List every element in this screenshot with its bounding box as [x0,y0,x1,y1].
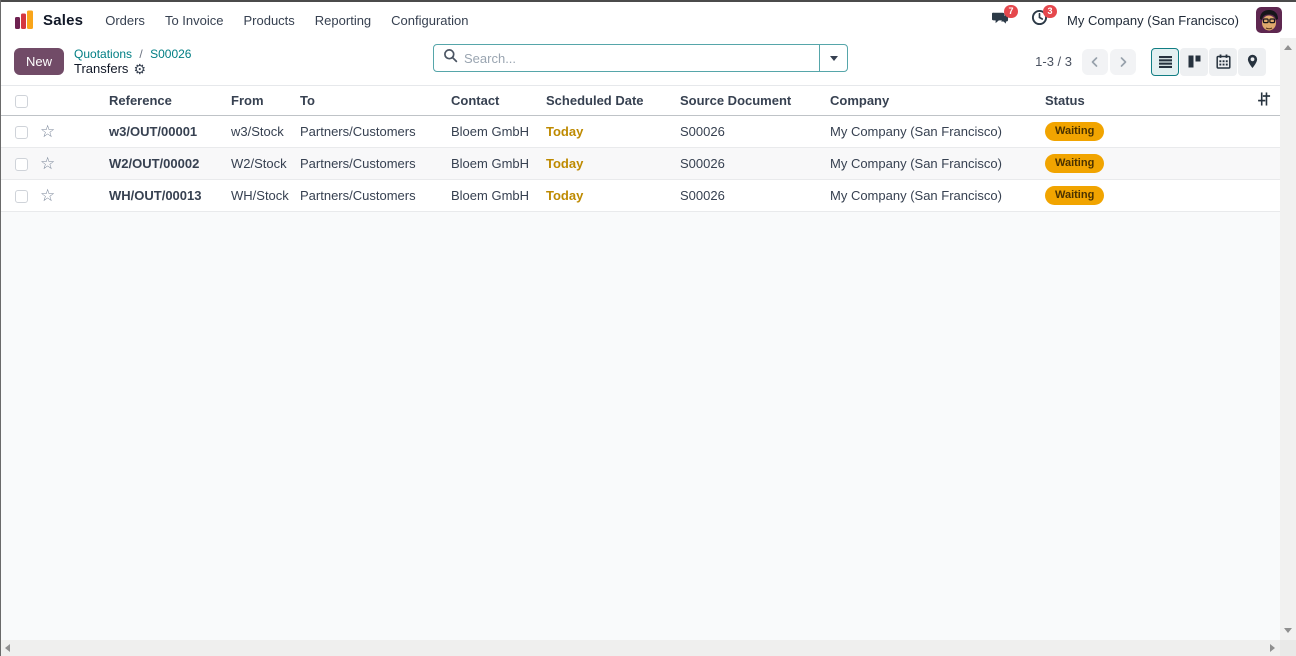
map-view-icon [1245,54,1260,69]
top-navbar: Sales Orders To Invoice Products Reporti… [0,2,1296,38]
pager-next-button[interactable] [1110,49,1136,75]
cell-from[interactable]: W2/Stock [231,156,300,171]
vertical-scrollbar[interactable] [1280,38,1296,640]
cell-contact[interactable]: Bloem GmbH [451,156,546,171]
menu-orders[interactable]: Orders [105,13,145,28]
view-switcher [1151,48,1266,76]
company-switcher[interactable]: My Company (San Francisco) [1067,13,1239,28]
row-checkbox[interactable] [15,158,28,171]
breadcrumb: Quotations / S00026 Transfers ⚙︎ [74,47,191,77]
new-button[interactable]: New [14,48,64,75]
cell-source-document[interactable]: S00026 [680,156,830,171]
cell-contact[interactable]: Bloem GmbH [451,124,546,139]
menu-configuration[interactable]: Configuration [391,13,468,28]
scroll-right-arrow-icon[interactable] [1270,644,1275,652]
menu-reporting[interactable]: Reporting [315,13,371,28]
gear-icon[interactable]: ⚙︎ [133,62,146,76]
cell-to[interactable]: Partners/Customers [300,124,451,139]
list-view-icon [1158,54,1173,69]
column-header-to[interactable]: To [300,93,451,108]
cell-source-document[interactable]: S00026 [680,188,830,203]
cell-reference[interactable]: w3/OUT/00001 [109,124,231,139]
cell-source-document[interactable]: S00026 [680,124,830,139]
column-header-company[interactable]: Company [830,93,1045,108]
row-checkbox[interactable] [15,126,28,139]
breadcrumb-separator: / [139,47,142,61]
cell-scheduled-date[interactable]: Today [546,124,680,139]
table-row[interactable]: ☆ W2/OUT/00002 W2/Stock Partners/Custome… [1,148,1280,180]
messages-badge: 7 [1004,5,1018,18]
cell-company[interactable]: My Company (San Francisco) [830,188,1045,203]
page-title: Transfers [74,61,128,77]
window-top-edge [0,0,1296,2]
column-header-status[interactable]: Status [1045,93,1240,108]
activities-badge: 3 [1043,5,1057,18]
pager-range: 1-3 / 3 [1035,54,1072,69]
odoo-sales-logo-icon[interactable] [14,10,34,30]
favorite-star-icon[interactable]: ☆ [40,122,55,141]
chevron-right-icon [1116,55,1130,69]
list-view-button[interactable] [1151,48,1179,76]
breadcrumb-quotations[interactable]: Quotations [74,47,132,61]
cell-company[interactable]: My Company (San Francisco) [830,124,1045,139]
search-dropdown-toggle[interactable] [819,45,847,71]
cell-scheduled-date[interactable]: Today [546,188,680,203]
messages-button[interactable]: 7 [989,10,1011,30]
status-badge: Waiting [1045,122,1104,140]
table-row[interactable]: ☆ WH/OUT/00013 WH/Stock Partners/Custome… [1,180,1280,212]
cell-to[interactable]: Partners/Customers [300,156,451,171]
favorite-star-icon[interactable]: ☆ [40,186,55,205]
status-badge: Waiting [1045,154,1104,172]
status-badge: Waiting [1045,186,1104,204]
scroll-down-arrow-icon[interactable] [1284,628,1292,633]
table-body: ☆ w3/OUT/00001 w3/Stock Partners/Custome… [1,116,1280,212]
calendar-view-icon [1216,54,1231,69]
scrollbar-corner [1280,640,1296,656]
list-view: Reference From To Contact Scheduled Date… [1,85,1280,640]
chevron-left-icon [1088,55,1102,69]
kanban-view-icon [1187,54,1202,69]
scroll-up-arrow-icon[interactable] [1284,45,1292,50]
activities-button[interactable]: 3 [1028,10,1050,30]
search-icon [434,48,464,68]
scroll-left-arrow-icon[interactable] [5,644,10,652]
row-checkbox[interactable] [15,190,28,203]
calendar-view-button[interactable] [1209,48,1237,76]
column-header-reference[interactable]: Reference [109,93,231,108]
cell-from[interactable]: w3/Stock [231,124,300,139]
menu-to-invoice[interactable]: To Invoice [165,13,224,28]
cell-company[interactable]: My Company (San Francisco) [830,156,1045,171]
kanban-view-button[interactable] [1180,48,1208,76]
menu-products[interactable]: Products [243,13,294,28]
breadcrumb-sale-order[interactable]: S00026 [150,47,191,61]
cell-scheduled-date[interactable]: Today [546,156,680,171]
horizontal-scrollbar[interactable] [0,640,1280,656]
cell-to[interactable]: Partners/Customers [300,188,451,203]
app-name[interactable]: Sales [43,12,83,29]
window-left-edge [0,0,1,656]
cell-contact[interactable]: Bloem GmbH [451,188,546,203]
search-bar [433,44,848,72]
cell-reference[interactable]: WH/OUT/00013 [109,188,231,203]
control-panel: New Quotations / S00026 Transfers ⚙︎ 1-3… [0,38,1280,85]
cell-reference[interactable]: W2/OUT/00002 [109,156,231,171]
select-all-checkbox[interactable] [15,95,28,108]
favorite-star-icon[interactable]: ☆ [40,154,55,173]
column-header-source-document[interactable]: Source Document [680,93,830,108]
table-header: Reference From To Contact Scheduled Date… [1,85,1280,116]
optional-columns-icon[interactable] [1257,92,1271,109]
column-header-from[interactable]: From [231,93,300,108]
chevron-down-icon [830,56,838,61]
avatar[interactable] [1256,7,1282,33]
column-header-scheduled-date[interactable]: Scheduled Date [546,93,680,108]
search-input[interactable] [464,51,819,66]
cell-from[interactable]: WH/Stock [231,188,300,203]
table-row[interactable]: ☆ w3/OUT/00001 w3/Stock Partners/Custome… [1,116,1280,148]
pager-previous-button[interactable] [1082,49,1108,75]
column-header-contact[interactable]: Contact [451,93,546,108]
map-view-button[interactable] [1238,48,1266,76]
main-menu: Orders To Invoice Products Reporting Con… [105,13,468,28]
